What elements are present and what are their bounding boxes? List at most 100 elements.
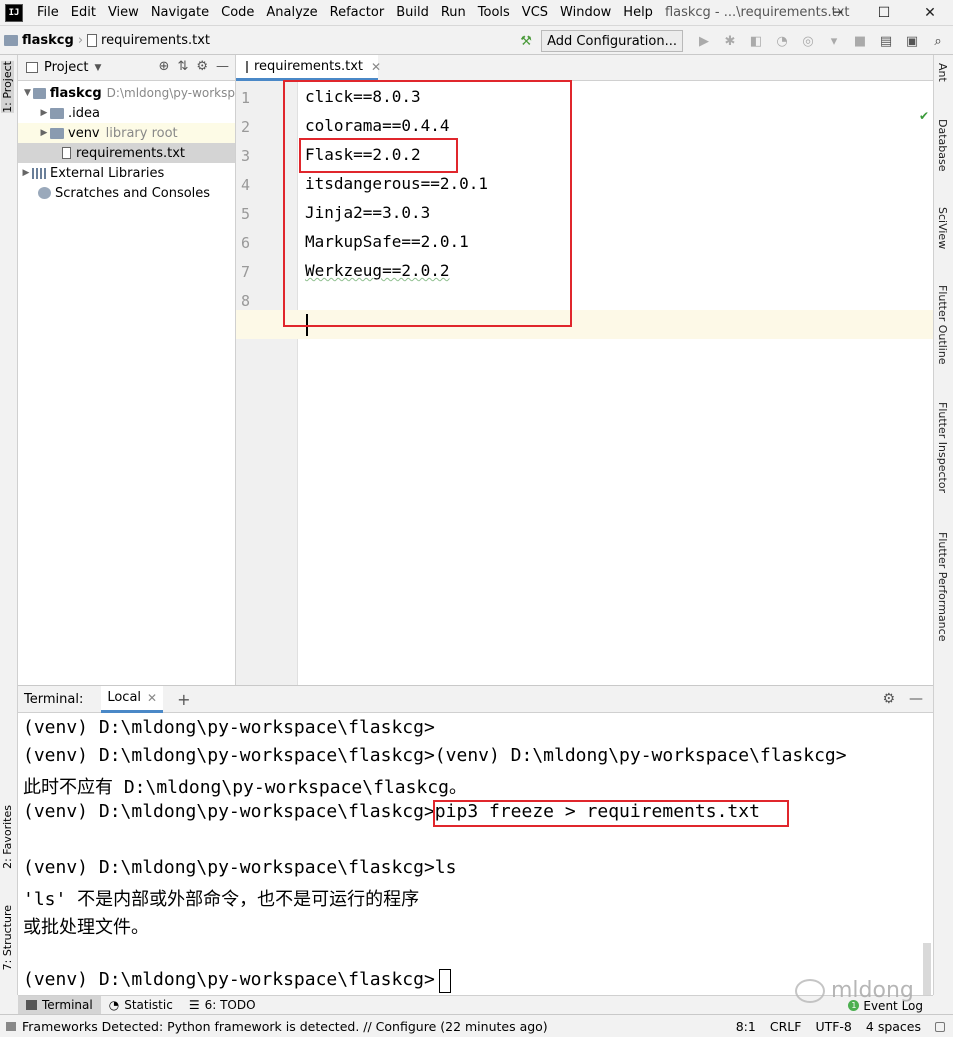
menu-help[interactable]: Help (617, 0, 659, 25)
add-configuration-button[interactable]: Add Configuration... (541, 30, 683, 52)
file-encoding[interactable]: UTF-8 (815, 1019, 851, 1034)
line-number: 4 (241, 176, 251, 194)
presentation-icon[interactable]: ▣ (901, 30, 923, 52)
breadcrumb-file[interactable]: requirements.txt (83, 33, 214, 48)
annotation-box-pip-freeze (433, 800, 789, 827)
gear-icon[interactable]: ⚙ (882, 691, 895, 707)
app-logo-icon: IJ (5, 3, 23, 22)
editor-tab-requirements[interactable]: requirements.txt ✕ (236, 55, 381, 81)
tree-item-external-libraries[interactable]: ▶ External Libraries (18, 163, 235, 183)
menu-analyze[interactable]: Analyze (260, 0, 323, 25)
annotation-box-flask (299, 138, 458, 173)
hide-icon[interactable]: — (909, 691, 923, 707)
close-icon[interactable]: ✕ (371, 60, 381, 74)
menu-bar: IJ File Edit View Navigate Code Analyze … (0, 0, 953, 25)
maximize-button[interactable]: ☐ (861, 0, 907, 25)
stop-icon[interactable]: ■ (849, 30, 871, 52)
terminal-line: (venv) D:\mldong\py-workspace\flaskcg> (23, 717, 435, 738)
menu-vcs[interactable]: VCS (516, 0, 554, 25)
tree-item-requirements[interactable]: requirements.txt (18, 143, 235, 163)
wechat-logo-icon (795, 978, 825, 1003)
project-structure-icon[interactable]: ▤ (875, 30, 897, 52)
terminal-tab-local[interactable]: Local ✕ (101, 685, 164, 713)
tree-item-venv[interactable]: ▶ venv library root (18, 123, 235, 143)
close-button[interactable]: ✕ (907, 0, 953, 25)
annotation-box-requirements (283, 80, 572, 327)
menu-window[interactable]: Window (554, 0, 617, 25)
todo-tool-tab[interactable]: ☰ 6: TODO (181, 996, 264, 1015)
flutter-performance-tool-tab[interactable]: Flutter Performance (936, 532, 949, 641)
collapse-all-icon[interactable]: ⇅ (177, 59, 188, 74)
statistic-tool-tab[interactable]: ◔ Statistic (101, 996, 181, 1015)
project-panel: Project ▼ ⊕ ⇅ ⚙ — ▼ flaskcg D:\mldong\py… (18, 55, 236, 685)
expanded-arrow-icon: ▼ (24, 88, 31, 98)
terminal-line: 'ls' 不是内部或外部命令，也不是可运行的程序 (23, 889, 420, 910)
flutter-outline-tool-tab[interactable]: Flutter Outline (936, 285, 949, 365)
breadcrumb-project[interactable]: flaskcg (0, 33, 78, 48)
terminal-output[interactable]: (venv) D:\mldong\py-workspace\flaskcg> (… (18, 713, 933, 1018)
tree-item-hint: library root (105, 125, 178, 141)
debug-icon[interactable]: ✱ (719, 30, 741, 52)
menu-navigate[interactable]: Navigate (145, 0, 215, 25)
search-everywhere-icon[interactable]: ⌕ (927, 30, 949, 52)
terminal-icon (26, 1000, 37, 1010)
navigation-bar: flaskcg › requirements.txt ⚒ Add Configu… (0, 25, 953, 55)
build-hammer-icon[interactable]: ⚒ (515, 30, 537, 52)
tree-item-root[interactable]: ▼ flaskcg D:\mldong\py-worksp (18, 83, 235, 103)
caret-position[interactable]: 8:1 (736, 1019, 756, 1034)
coverage-icon[interactable]: ◧ (745, 30, 767, 52)
indent-setting[interactable]: 4 spaces (866, 1019, 921, 1034)
terminal-tool-tab[interactable]: Terminal (18, 995, 101, 1015)
text-file-icon (87, 33, 98, 47)
tree-item-scratches[interactable]: Scratches and Consoles (18, 183, 235, 203)
sciview-tool-tab[interactable]: SciView (936, 207, 949, 249)
favorites-tool-tab[interactable]: 2: Favorites (1, 805, 14, 869)
statistic-tool-tab-label: Statistic (124, 998, 173, 1012)
terminal-panel: Terminal: Local ✕ + ⚙ — (venv) D:\mldong… (18, 685, 933, 1018)
line-separator[interactable]: CRLF (770, 1019, 802, 1034)
tree-item-label: .idea (68, 105, 100, 121)
menu-tools[interactable]: Tools (472, 0, 516, 25)
folder-icon (33, 87, 46, 99)
concurrency-icon[interactable]: ◎ (797, 30, 819, 52)
close-icon[interactable]: ✕ (147, 691, 157, 705)
new-terminal-icon[interactable]: + (177, 690, 190, 709)
project-tool-tab[interactable]: 1: Project (1, 61, 14, 113)
editor-tab-label: requirements.txt (254, 59, 364, 74)
menu-view[interactable]: View (102, 0, 145, 25)
menu-file[interactable]: File (31, 0, 65, 25)
status-message[interactable]: Frameworks Detected: Python framework is… (22, 1019, 548, 1034)
hide-icon[interactable]: — (216, 59, 229, 74)
gear-icon[interactable]: ⚙ (196, 59, 208, 74)
status-panel-icon[interactable] (6, 1021, 16, 1031)
lock-icon[interactable] (935, 1021, 945, 1032)
menu-build[interactable]: Build (390, 0, 435, 25)
line-number: 1 (241, 89, 251, 107)
menu-code[interactable]: Code (215, 0, 260, 25)
terminal-title: Terminal: (24, 691, 84, 707)
flutter-inspector-tool-tab[interactable]: Flutter Inspector (936, 402, 949, 493)
menu-refactor[interactable]: Refactor (324, 0, 391, 25)
tree-item-path: D:\mldong\py-worksp (106, 86, 235, 100)
menu-run[interactable]: Run (435, 0, 472, 25)
line-number: 6 (241, 234, 251, 252)
terminal-tab-label: Local (107, 690, 142, 705)
minimize-button[interactable]: ─ (815, 0, 861, 25)
structure-tool-tab[interactable]: 7: Structure (1, 905, 14, 970)
project-panel-title[interactable]: Project (44, 60, 88, 75)
terminal-cursor (439, 969, 451, 993)
terminal-line: 此时不应有 D:\mldong\py-workspace\flaskcg。 (23, 777, 467, 798)
run-icon[interactable]: ▶ (693, 30, 715, 52)
ant-tool-tab[interactable]: Ant (936, 63, 949, 82)
collapsed-arrow-icon: ▶ (40, 108, 48, 118)
chevron-down-icon[interactable]: ▼ (94, 63, 101, 73)
project-view-icon (26, 62, 38, 73)
locate-icon[interactable]: ⊕ (159, 59, 170, 74)
menu-edit[interactable]: Edit (65, 0, 102, 25)
database-tool-tab[interactable]: Database (936, 119, 949, 172)
tree-item-idea[interactable]: ▶ .idea (18, 103, 235, 123)
inspection-ok-icon[interactable]: ✔ (919, 109, 929, 123)
breadcrumb-project-label: flaskcg (22, 32, 74, 48)
profile-icon[interactable]: ◔ (771, 30, 793, 52)
run-options-icon[interactable]: ▾ (823, 30, 845, 52)
